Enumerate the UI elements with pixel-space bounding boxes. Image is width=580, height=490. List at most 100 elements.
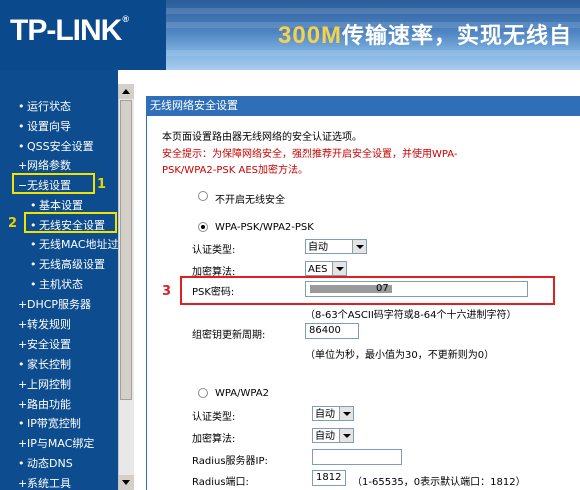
wpa-auth-type-label: 认证类型: [192,412,236,423]
sidebar-item-status[interactable]: • 运行状态 [18,98,71,114]
sidebar-item-system-tools[interactable]: +系统工具 [18,475,71,490]
sidebar-item-label: 运行状态 [27,100,71,113]
scroll-down-arrow-icon[interactable] [119,475,134,490]
radio-disable-security[interactable] [198,191,208,201]
intro-text: 本页面设置路由器无线网络的安全认证选项。 [162,132,362,143]
banner-slogan: 300M传输速率，实现无线自 [278,18,572,50]
radio-wpa-label: WPA/WPA2 [215,388,269,399]
wpa-encryption-select[interactable]: 自动 [312,428,354,443]
sidebar-item-basic[interactable]: • 基本设置 [30,197,83,213]
bullet-icon: • [30,199,37,212]
panel-title: 无线网络安全设置 [150,99,238,112]
sidebar-item-label: 家长控制 [27,358,71,371]
radius-port-value: 1812 [316,472,342,483]
sidebar-item-ip-mac-binding[interactable]: +IP与MAC绑定 [18,435,94,451]
sidebar-item-label: 设置向导 [27,120,71,133]
bullet-icon: • [30,238,37,251]
sidebar-item-label: 动态DNS [27,457,73,470]
wpa-encryption-value: 自动 [315,431,335,442]
sidebar-item-label: 上网控制 [27,378,71,391]
registered-mark: ® [122,14,129,24]
auth-type-select[interactable]: 自动 [305,239,367,254]
sidebar-item-bandwidth[interactable]: • IP带宽控制 [18,415,81,431]
panel-title-bar: 无线网络安全设置 [146,96,580,116]
sidebar-item-label: IP与MAC绑定 [27,437,95,450]
sidebar-item-routing[interactable]: +路由功能 [18,396,71,412]
logo-area: TP-LINK® [0,0,166,70]
expand-icon: + [18,298,28,311]
sidebar-item-label: 基本设置 [39,199,83,212]
scroll-up-arrow-icon[interactable] [119,84,134,99]
group-key-renew-input[interactable]: 86400 [305,323,359,339]
annotation-box-1 [12,173,95,194]
sidebar-item-label: IP带宽控制 [27,417,81,430]
wpa-auth-type-value: 自动 [315,409,335,420]
radio-wpa-psk[interactable] [198,222,208,232]
radio-wpa[interactable] [198,388,208,398]
security-tip-line2: PSK/WPA2-PSK AES加密方法。 [162,165,309,176]
annotation-number-3: 3 [162,284,172,299]
auth-type-label: 认证类型: [192,245,236,256]
tp-link-logo: TP-LINK® [10,14,129,48]
wpa-encryption-label: 加密算法: [192,434,236,445]
sidebar-item-network[interactable]: +网络参数 [18,157,71,173]
sidebar-item-label: DHCP服务器 [27,298,92,311]
sidebar-menu: • 运行状态 • 设置向导 • QSS安全设置 +网络参数 −无线设置 • 基本设置 •… [0,70,118,490]
sidebar-item-dhcp[interactable]: +DHCP服务器 [18,296,91,312]
sidebar-item-label: QSS安全设置 [27,140,94,153]
sidebar-item-wizard[interactable]: • 设置向导 [18,118,71,134]
security-tip-line1: 安全提示：为保障网络安全，强烈推荐开启安全设置，并使用WPA- [162,149,458,160]
chevron-down-icon [339,429,353,442]
bullet-icon: • [18,358,25,371]
group-key-renew-hint: （单位为秒，最小值为30，不更新则为0） [305,350,495,361]
sidebar-item-mac-filter[interactable]: •无线MAC地址过滤 [30,236,118,252]
auth-type-value: 自动 [308,242,328,253]
encryption-value: AES [308,264,328,275]
chevron-down-icon [332,262,346,275]
expand-icon: + [18,338,28,351]
encryption-select[interactable]: AES [305,261,347,276]
sidebar-item-label: 网络参数 [27,159,71,172]
group-key-renew-label: 组密钥更新周期: [192,330,266,341]
wpa-auth-type-select[interactable]: 自动 [312,406,354,421]
bullet-icon: • [30,258,37,271]
radius-ip-input[interactable] [312,449,402,465]
sidebar-item-label: 安全设置 [27,338,71,351]
sidebar-item-wireless-advanced[interactable]: • 无线高级设置 [30,256,105,272]
chevron-down-icon [352,240,366,253]
sidebar-item-host-status[interactable]: • 主机状态 [30,276,83,292]
annotation-box-2 [24,212,117,233]
sidebar-item-forwarding[interactable]: +转发规则 [18,316,71,332]
sidebar-item-parental[interactable]: • 家长控制 [18,356,71,372]
banner: 300M传输速率，实现无线自 [166,0,580,70]
slogan-number: 300M [278,22,343,49]
sidebar-scrollbar[interactable] [118,84,134,490]
sidebar-item-qss[interactable]: • QSS安全设置 [18,138,94,154]
sidebar-item-access-control[interactable]: +上网控制 [18,376,71,392]
bullet-icon: • [18,457,25,470]
expand-icon: + [18,437,28,450]
bullet-icon: • [18,100,25,113]
sidebar-item-label: 路由功能 [27,398,71,411]
sidebar-item-label: 转发规则 [27,318,71,331]
chevron-down-icon [339,407,353,420]
bullet-icon: • [30,278,37,291]
psk-hint: （8-63个ASCII码字符或8-64个十六进制字符） [305,310,517,321]
sidebar-item-ddns[interactable]: • 动态DNS [18,455,73,471]
sidebar-item-label: 无线MAC地址过滤 [39,238,118,251]
expand-icon: + [18,378,28,391]
annotation-number-2: 2 [8,216,18,231]
sidebar-item-label: 系统工具 [27,477,71,490]
sidebar-item-security[interactable]: +安全设置 [18,336,71,352]
radius-port-hint: （1-65535，0表示默认端口：1812） [352,477,526,488]
expand-icon: + [18,477,28,490]
radius-port-label: Radius端口: [192,477,249,488]
bullet-icon: • [18,120,25,133]
slogan-text: 传输速率，实现无线自 [342,24,573,49]
scroll-thumb[interactable] [120,100,132,400]
header: TP-LINK® 300M传输速率，实现无线自 [0,0,580,70]
expand-icon: + [18,159,28,172]
radius-port-input[interactable]: 1812 [312,470,346,486]
sidebar-item-label: 主机状态 [39,278,83,291]
group-key-renew-value: 86400 [309,325,341,336]
